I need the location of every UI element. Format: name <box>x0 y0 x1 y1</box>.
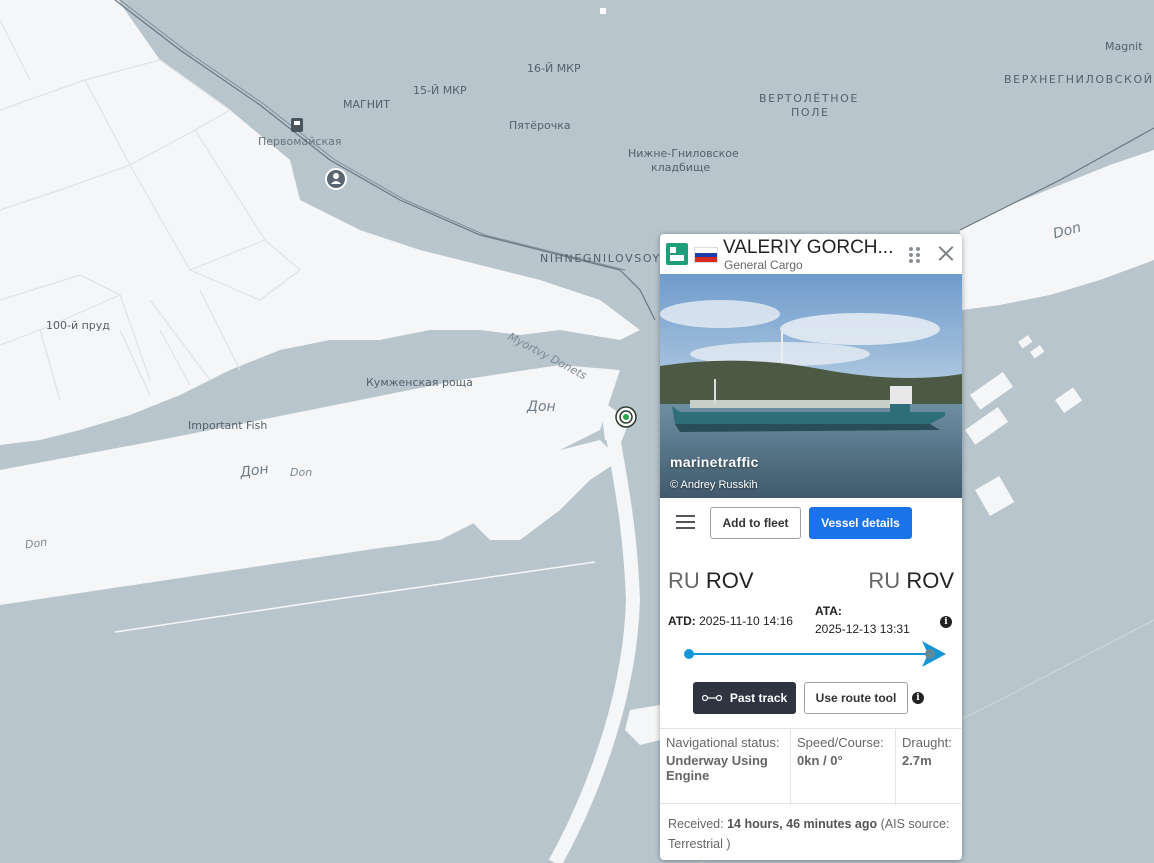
draught-cell: Draught: 2.7m <box>896 729 962 805</box>
atd-label: ATD: <box>668 614 696 628</box>
map-label-important-fish: Important Fish <box>188 419 268 432</box>
atd-time: ATD: 2025-11-10 14:16 <box>668 614 793 628</box>
russia-flag-icon <box>694 247 718 263</box>
photo-credit: © Andrey Russkih <box>670 479 758 491</box>
vessel-photo[interactable]: marinetraffic © Andrey Russkih <box>660 274 962 498</box>
train-station-icon[interactable] <box>291 118 303 132</box>
departure-dot <box>684 649 694 659</box>
vessel-progress-marker <box>925 649 936 659</box>
drag-handle-icon[interactable] <box>909 247 921 263</box>
ata-label: ATA: <box>815 604 842 618</box>
nav-status-value: Underway Using Engine <box>666 753 768 783</box>
arrival-country: RU <box>868 568 901 593</box>
map-label-pervomaiskaya: Первомайская <box>258 135 342 148</box>
nav-status-cell: Navigational status: Underway Using Engi… <box>660 729 791 805</box>
map-label-mkr16: 16-Й МКР <box>527 62 581 75</box>
photo-watermark: marinetraffic <box>670 454 759 470</box>
hamburger-menu-icon[interactable] <box>676 515 695 529</box>
general-cargo-icon <box>666 243 688 265</box>
map-label-cemetery-1: Нижне-Гниловское <box>628 147 739 160</box>
map-label-cemetery-2: кладбище <box>651 161 711 174</box>
atd-value: 2025-11-10 14:16 <box>699 614 793 628</box>
vessel-type: General Cargo <box>724 258 803 272</box>
popup-actions: Add to fleet Vessel details <box>660 498 962 548</box>
map-canvas[interactable] <box>0 0 1154 863</box>
departure-country: RU <box>668 568 700 593</box>
map-label-pyaterochka: Пятёрочка <box>509 119 571 132</box>
info-icon[interactable]: i <box>940 616 952 628</box>
map-label-don-center: Дон <box>527 399 556 415</box>
speed-label: Speed/Course: <box>797 735 884 750</box>
track-icon <box>701 694 722 702</box>
map-label-kumzhenskaya: Кумженская роща <box>366 376 473 389</box>
route-info-icon[interactable]: i <box>912 692 924 704</box>
speed-value: 0kn / 0° <box>797 753 843 768</box>
draught-label: Draught: <box>902 735 952 750</box>
arrival-port: RU ROV <box>868 568 954 594</box>
vessel-details-button[interactable]: Vessel details <box>809 507 912 539</box>
vessel-position-icon[interactable] <box>615 406 637 428</box>
arrival-port-code: ROV <box>906 568 954 593</box>
map-label-mkr15: 15-Й МКР <box>413 84 467 97</box>
vessel-stats: Navigational status: Underway Using Engi… <box>660 728 962 805</box>
map-label-magnit-en: Magnit <box>1105 40 1143 53</box>
voyage-progress <box>684 641 946 667</box>
map-label-verkhnegnilovskoy: ВЕРХНЕГНИЛОВСКОЙ <box>1004 73 1154 86</box>
received-info: Received: 14 hours, 46 minutes ago (AIS … <box>668 814 958 854</box>
departure-port-code: ROV <box>705 568 754 593</box>
past-track-button[interactable]: Past track <box>693 682 796 714</box>
map-label-vertoletnoe: ВЕРТОЛЁТНОЕ <box>759 92 859 105</box>
speed-cell: Speed/Course: 0kn / 0° <box>791 729 896 805</box>
map-label-don-small-1: Don <box>290 466 313 479</box>
map-label-pond: 100-й пруд <box>46 319 110 332</box>
departure-port: RU ROV <box>668 568 754 594</box>
close-icon[interactable] <box>935 243 957 265</box>
add-to-fleet-button[interactable]: Add to fleet <box>710 507 801 539</box>
map-label-magnit-ru: МАГНИТ <box>343 98 390 111</box>
map-label-pole: ПОЛЕ <box>791 106 830 119</box>
popup-header: VALERIY GORCH... General Cargo <box>660 234 962 274</box>
received-age: 14 hours, 46 minutes ago <box>727 817 878 831</box>
past-track-label: Past track <box>729 691 788 705</box>
route-tool-button[interactable]: Use route tool <box>804 682 908 714</box>
marker-icon <box>600 8 606 14</box>
received-label: Received: <box>668 817 724 831</box>
person-poi-icon[interactable] <box>325 168 347 190</box>
vessel-popup: VALERIY GORCH... General Cargo marinetra… <box>660 234 962 860</box>
vessel-name: VALERIY GORCH... <box>723 237 894 258</box>
draught-value: 2.7m <box>902 753 932 768</box>
nav-status-label: Navigational status: <box>666 735 780 750</box>
map-label-nihnegnilovsoy: NIHNEGNILOVSOY <box>540 252 661 265</box>
